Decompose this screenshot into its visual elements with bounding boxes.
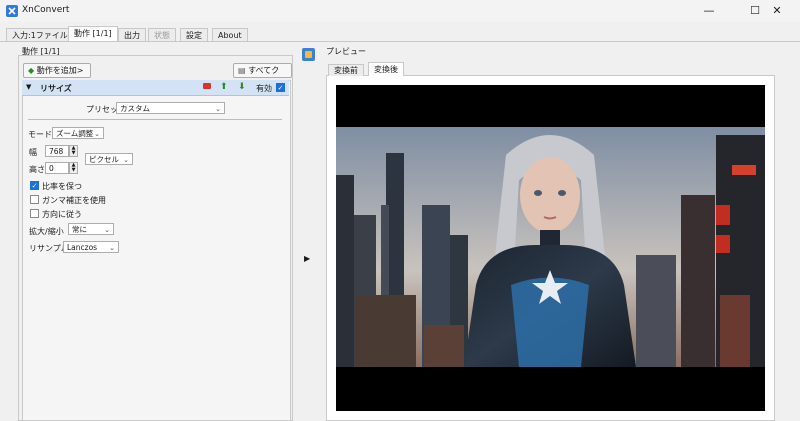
orientation-label: 方向に従う	[42, 210, 82, 219]
chevron-down-icon: ⌄	[215, 105, 221, 113]
chevron-down-icon: ⌄	[109, 244, 115, 252]
splitter-arrow-icon[interactable]: ▶	[304, 254, 310, 263]
tab-input[interactable]: 入力:1ファイル	[6, 28, 74, 42]
title-bar	[0, 0, 800, 22]
mode-select[interactable]: ズーム調整 ⌄	[52, 127, 104, 139]
enabled-label: 有効	[256, 84, 272, 93]
enlarge-select[interactable]: 常に ⌄	[68, 223, 114, 235]
chevron-down-icon: ⌄	[104, 226, 110, 234]
collapse-triangle-icon[interactable]: ▼	[26, 83, 31, 91]
preview-group-label: プレビュー	[326, 47, 366, 56]
tab-about[interactable]: About	[212, 28, 248, 42]
width-input[interactable]: 768	[45, 145, 69, 157]
enlarge-label: 拡大/縮小	[29, 227, 64, 236]
keep-ratio-checkbox[interactable]: ✓	[30, 181, 39, 190]
tab-status: 状態	[148, 28, 176, 42]
move-up-icon[interactable]: ⬆	[220, 82, 228, 92]
resize-title: リサイズ	[40, 84, 72, 93]
tab-divider	[0, 41, 800, 42]
unit-value: ピクセル	[89, 155, 119, 164]
chevron-down-icon: ⌄	[94, 130, 100, 138]
width-label: 幅	[29, 148, 37, 157]
tab-output[interactable]: 出力	[118, 28, 146, 42]
preview-icon	[302, 48, 315, 61]
height-input[interactable]: 0	[45, 162, 69, 174]
height-label: 高さ	[29, 165, 45, 174]
window-title: XnConvert	[22, 5, 70, 15]
preset-select[interactable]: カスタム ⌄	[116, 102, 225, 114]
orientation-checkbox[interactable]	[30, 209, 39, 218]
gamma-checkbox[interactable]	[30, 195, 39, 204]
chevron-down-icon: ⌄	[123, 156, 129, 164]
resample-value: Lanczos	[67, 243, 98, 252]
clear-icon: ▤	[238, 66, 246, 75]
keep-ratio-label: 比率を保つ	[42, 182, 82, 191]
divider	[28, 119, 282, 120]
height-stepper[interactable]: ▲ ▼	[69, 162, 78, 174]
gamma-label: ガンマ補正を使用	[42, 196, 106, 205]
enlarge-value: 常に	[72, 225, 87, 234]
preset-value: カスタム	[120, 104, 150, 113]
close-button[interactable]: ✕	[754, 0, 800, 22]
width-stepper[interactable]: ▲ ▼	[69, 145, 78, 157]
preview-image-content	[336, 85, 765, 411]
tab-before[interactable]: 変換前	[328, 64, 364, 76]
resample-select[interactable]: Lanczos ⌄	[63, 241, 119, 253]
tab-after[interactable]: 変換後	[368, 62, 404, 76]
unit-select[interactable]: ピクセル ⌄	[85, 153, 133, 165]
tab-actions[interactable]: 動作 [1/1]	[68, 26, 118, 42]
clear-all-button[interactable]: ▤ すべてクリア	[233, 63, 292, 88]
add-action-button[interactable]: ◆ 動作を追加>	[23, 63, 91, 78]
add-action-label: 動作を追加>	[36, 66, 84, 75]
add-icon: ◆	[28, 66, 35, 75]
minimize-button[interactable]: —	[686, 0, 732, 22]
app-icon	[6, 5, 18, 17]
mode-value: ズーム調整	[56, 129, 94, 138]
mode-label: モード	[28, 130, 52, 139]
preview-image	[336, 85, 765, 411]
tab-settings[interactable]: 設定	[180, 28, 208, 42]
move-down-icon[interactable]: ⬇	[238, 82, 246, 92]
enabled-checkbox[interactable]: ✓	[276, 83, 285, 92]
remove-icon[interactable]	[203, 83, 211, 89]
